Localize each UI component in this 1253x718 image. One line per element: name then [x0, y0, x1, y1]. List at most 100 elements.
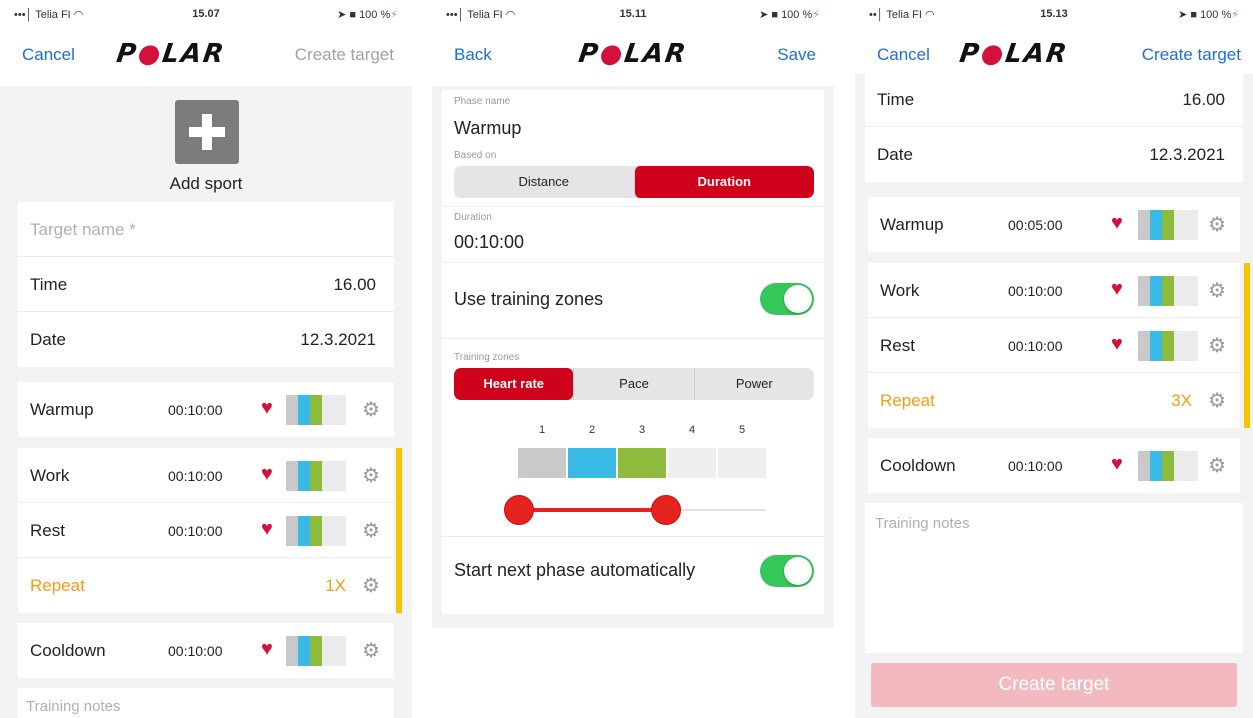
nav-bar: Cancel P●LAR Create target [0, 24, 412, 86]
date-row[interactable]: Date 12.3.2021 [18, 312, 394, 367]
gear-icon[interactable]: ⚙ [1208, 278, 1226, 303]
segment-duration[interactable]: Duration [633, 166, 814, 198]
create-target-nav-button[interactable]: Create target [295, 45, 394, 65]
repeat-row[interactable]: Repeat 3X ⚙ [868, 373, 1240, 428]
zone-block-4 [668, 448, 716, 478]
phase-name-label: Phase name [454, 96, 511, 107]
repeat-row[interactable]: Repeat 1X ⚙ [18, 558, 394, 613]
warmup-card: Warmup 00:10:00 ♥ ⚙ [18, 382, 394, 437]
training-notes-field[interactable]: Training notes [18, 688, 394, 718]
zone-bar [286, 461, 346, 491]
duration-input[interactable]: 00:10:00 [454, 232, 524, 253]
create-target-button[interactable]: Create target [871, 663, 1237, 707]
target-name-field[interactable]: Target name * [18, 202, 394, 257]
zone-number-1: 1 [539, 424, 546, 436]
battery-indicator: ➤ ■ 100 %⚡ [1178, 9, 1239, 21]
segment-pace[interactable]: Pace [573, 368, 693, 400]
charging-icon: ⚡ [390, 9, 398, 21]
gear-icon[interactable]: ⚙ [362, 397, 380, 422]
heart-icon: ♥ [1111, 278, 1123, 300]
add-sport-label[interactable]: Add sport [0, 174, 412, 194]
zone-bar [1138, 210, 1198, 240]
plus-icon[interactable] [175, 100, 239, 164]
zone-slider-handle-min[interactable] [504, 495, 534, 525]
use-training-zones-label: Use training zones [454, 289, 604, 309]
gear-icon[interactable]: ⚙ [362, 518, 380, 543]
zone-block-5 [718, 448, 766, 478]
zone-block-2 [568, 448, 616, 478]
zone-bar [286, 395, 346, 425]
status-bar: ••│ Telia FI ◠ 15.13 ➤ ■ 100 %⚡ [855, 0, 1253, 24]
time-row[interactable]: Time 16.00 [18, 257, 394, 312]
phase-row-warmup[interactable]: Warmup 00:10:00 ♥ ⚙ [18, 382, 394, 437]
start-next-phase-toggle[interactable] [760, 555, 814, 587]
gear-icon[interactable]: ⚙ [1208, 212, 1226, 237]
gear-icon[interactable]: ⚙ [362, 573, 380, 598]
heart-icon: ♥ [261, 518, 273, 540]
heart-icon: ♥ [1111, 212, 1123, 234]
time-row[interactable]: Time 16.00 [865, 72, 1243, 127]
zone-bar [286, 516, 346, 546]
gear-icon[interactable]: ⚙ [362, 463, 380, 488]
zone-bar [1138, 276, 1198, 306]
zone-block-1 [518, 448, 566, 478]
zone-slider-handle-max[interactable] [651, 495, 681, 525]
phase-row-warmup[interactable]: Warmup 00:05:00 ♥ ⚙ [868, 197, 1240, 252]
based-on-segmented-control: Distance Duration [454, 166, 814, 198]
duration-label: Duration [454, 212, 492, 223]
gear-icon[interactable]: ⚙ [1208, 333, 1226, 358]
start-next-phase-label: Start next phase automatically [454, 560, 696, 580]
heart-icon: ♥ [261, 397, 273, 419]
battery-indicator: ➤ ■ 100 %⚡ [337, 9, 398, 21]
create-target-nav-button[interactable]: Create target [1142, 45, 1241, 65]
based-on-label: Based on [454, 150, 497, 161]
repeat-block-card: Work 00:10:00 ♥ ⚙ Rest 00:10:00 ♥ ⚙ Repe… [18, 448, 402, 613]
use-training-zones-toggle[interactable] [760, 283, 814, 315]
status-bar: •••│ Telia FI ◠ 15.11 ➤ ■ 100 %⚡ [432, 0, 834, 24]
zone-number-2: 2 [589, 424, 596, 436]
training-notes-field[interactable]: Training notes [865, 503, 1243, 653]
save-button[interactable]: Save [777, 45, 816, 65]
segment-power[interactable]: Power [693, 368, 814, 400]
heart-icon: ♥ [261, 463, 273, 485]
gear-icon[interactable]: ⚙ [1208, 388, 1226, 413]
zone-bar [286, 636, 346, 666]
target-details-card: Time 16.00 Date 12.3.2021 [865, 72, 1243, 182]
zone-slider-range [518, 508, 666, 512]
phase-row-rest[interactable]: Rest 00:10:00 ♥ ⚙ [868, 318, 1240, 373]
phase-row-work[interactable]: Work 00:10:00 ♥ ⚙ [868, 263, 1240, 318]
heart-icon: ♥ [1111, 453, 1123, 475]
battery-indicator: ➤ ■ 100 %⚡ [759, 9, 820, 21]
zone-bar [1138, 331, 1198, 361]
segment-heart-rate[interactable]: Heart rate [454, 368, 574, 400]
screen-create-target-1: •••│ Telia FI ◠ 15.07 ➤ ■ 100 %⚡ Cancel … [0, 0, 412, 718]
screen-edit-phase: •••│ Telia FI ◠ 15.11 ➤ ■ 100 %⚡ Back P●… [432, 0, 834, 628]
nav-bar: Back P●LAR Save [432, 24, 834, 86]
nav-bar: Cancel P●LAR Create target [855, 24, 1253, 74]
cooldown-card: Cooldown 00:10:00 ♥ ⚙ [18, 623, 394, 678]
date-row[interactable]: Date 12.3.2021 [865, 127, 1243, 182]
phase-editor-card: Phase name Warmup Based on Distance Dura… [442, 90, 824, 614]
target-details-card: Target name * Time 16.00 Date 12.3.2021 [18, 202, 394, 367]
status-bar: •••│ Telia FI ◠ 15.07 ➤ ■ 100 %⚡ [0, 0, 412, 24]
warmup-card: Warmup 00:05:00 ♥ ⚙ [868, 197, 1240, 252]
zone-number-3: 3 [639, 424, 646, 436]
zone-bar [1138, 451, 1198, 481]
gear-icon[interactable]: ⚙ [1208, 453, 1226, 478]
screen-create-target-2: ••│ Telia FI ◠ 15.13 ➤ ■ 100 %⚡ Cancel P… [855, 0, 1253, 718]
phase-row-cooldown[interactable]: Cooldown 00:10:00 ♥ ⚙ [868, 438, 1240, 493]
zone-block-3 [618, 448, 666, 478]
charging-icon: ⚡ [812, 9, 820, 21]
segment-distance[interactable]: Distance [454, 166, 634, 198]
phase-row-work[interactable]: Work 00:10:00 ♥ ⚙ [18, 448, 394, 503]
phase-name-input[interactable]: Warmup [454, 118, 521, 139]
repeat-bracket [396, 448, 402, 613]
phase-row-rest[interactable]: Rest 00:10:00 ♥ ⚙ [18, 503, 394, 558]
repeat-block-card: Work 00:10:00 ♥ ⚙ Rest 00:10:00 ♥ ⚙ Repe… [868, 263, 1250, 428]
heart-icon: ♥ [261, 638, 273, 660]
charging-icon: ⚡ [1231, 9, 1239, 21]
phase-row-cooldown[interactable]: Cooldown 00:10:00 ♥ ⚙ [18, 623, 394, 678]
cooldown-card: Cooldown 00:10:00 ♥ ⚙ [868, 438, 1240, 493]
training-zones-label: Training zones [454, 352, 520, 363]
gear-icon[interactable]: ⚙ [362, 638, 380, 663]
